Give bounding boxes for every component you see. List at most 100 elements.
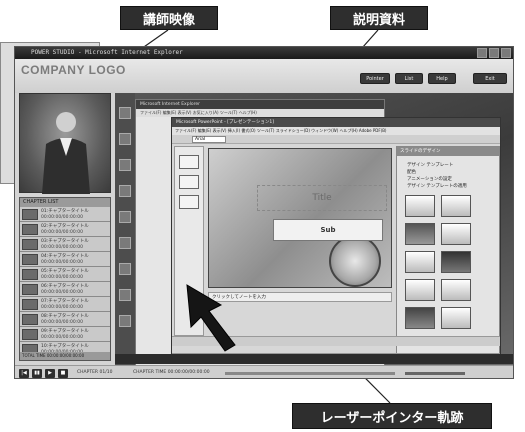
desktop-icon-strip <box>115 93 135 365</box>
chapter-list: CHAPTER LIST 01:チャプタータイトル 00:00:00/00:00:… <box>19 197 111 361</box>
slide-thumbnail[interactable] <box>179 155 199 169</box>
desktop-icon[interactable] <box>119 211 131 223</box>
pointer-button[interactable]: Pointer <box>360 73 390 84</box>
play-button[interactable]: ▶ <box>45 369 55 378</box>
total-time: TOTAL TIME 00:00:00/00:00:00 <box>20 352 110 360</box>
chapter-time: 00:00:00/00:00:00 <box>41 305 83 310</box>
chapter-item[interactable]: 06:チャプタータイトル 00:00:00/00:00:00 <box>20 282 110 297</box>
chapter-title: 08:チャプタータイトル <box>41 314 89 319</box>
powerpoint-toolbar: Arial <box>172 135 500 144</box>
chapter-item[interactable]: 09:チャプタータイトル 00:00:00/00:00:00 <box>20 327 110 342</box>
chapter-title: 02:チャプタータイトル <box>41 224 89 229</box>
chapter-thumbnail <box>22 209 38 220</box>
chapter-thumbnail <box>22 269 38 280</box>
window-titlebar: POWER STUDIO - Microsoft Internet Explor… <box>15 47 513 59</box>
design-template-thumb[interactable] <box>441 223 471 245</box>
desktop-icon[interactable] <box>119 159 131 171</box>
desktop-icon[interactable] <box>119 107 131 119</box>
chapter-time: 00:00:00/00:00:00 <box>41 215 83 220</box>
chapter-item[interactable]: 07:チャプタータイトル 00:00:00/00:00:00 <box>20 297 110 312</box>
design-template-link[interactable]: デザイン テンプレート <box>397 162 499 169</box>
slide-thumbnail[interactable] <box>179 195 199 209</box>
chapter-title: 07:チャプタータイトル <box>41 299 89 304</box>
chapter-item[interactable]: 01:チャプタータイトル 00:00:00/00:00:00 <box>20 207 110 222</box>
chapter-title: 03:チャプタータイトル <box>41 239 89 244</box>
desktop-icon[interactable] <box>119 289 131 301</box>
chapter-time: 00:00:00/00:00:00 <box>41 320 83 325</box>
desktop-icon[interactable] <box>119 263 131 275</box>
design-template-thumb[interactable] <box>405 307 435 329</box>
powerpoint-menubar[interactable]: ファイル(F) 編集(E) 表示(V) 挿入(I) 書式(O) ツール(T) ス… <box>172 127 500 135</box>
desktop-icon[interactable] <box>119 185 131 197</box>
chapter-thumbnail <box>22 284 38 295</box>
chapter-thumbnail <box>22 329 38 340</box>
chapter-item[interactable]: 04:チャプタータイトル 00:00:00/00:00:00 <box>20 252 110 267</box>
chapter-item[interactable]: 08:チャプタータイトル 00:00:00/00:00:00 <box>20 312 110 327</box>
desktop-icon[interactable] <box>119 315 131 327</box>
chapter-title: 10:チャプタータイトル <box>41 344 89 349</box>
ie-titlebar: Microsoft Internet Explorer <box>136 100 384 109</box>
design-template-thumb[interactable] <box>441 195 471 217</box>
chapter-time: 00:00:00/00:00:00 <box>41 245 83 250</box>
laser-pointer-arrow-icon <box>186 284 236 352</box>
slide-material-area: Microsoft Internet Explorer ファイル(F) 編集(E… <box>115 93 513 365</box>
volume-slider[interactable] <box>405 372 465 375</box>
chapter-title: 04:チャプタータイトル <box>41 254 89 259</box>
chapter-thumbnail <box>22 314 38 325</box>
design-template-thumb[interactable] <box>441 307 471 329</box>
chapter-time: 00:00:00/00:00:00 <box>41 275 83 280</box>
stop-button[interactable]: ■ <box>58 369 68 378</box>
maximize-button[interactable] <box>489 48 499 58</box>
slide-subtitle[interactable]: Sub <box>273 219 383 241</box>
chapter-title: 05:チャプタータイトル <box>41 269 89 274</box>
minimize-button[interactable] <box>477 48 487 58</box>
design-template-thumb[interactable] <box>441 251 471 273</box>
chapter-time: 00:00:00/00:00:00 <box>41 260 83 265</box>
chapter-time: 00:00:00/00:00:00 <box>41 230 83 235</box>
chapter-item[interactable]: 02:チャプタータイトル 00:00:00/00:00:00 <box>20 222 110 237</box>
ie-menubar[interactable]: ファイル(F) 編集(E) 表示(V) お気に入り(A) ツール(T) ヘルプ(… <box>136 109 384 117</box>
font-select[interactable]: Arial <box>192 136 226 143</box>
playback-controls: |◀ ▮▮ ▶ ■ CHAPTER 01/10 CHAPTER TIME 00:… <box>15 365 513 378</box>
desktop-icon[interactable] <box>119 133 131 145</box>
chapter-thumbnail <box>22 224 38 235</box>
app-window: POWER STUDIO - Microsoft Internet Explor… <box>14 46 514 379</box>
design-template-thumb[interactable] <box>405 279 435 301</box>
seek-bar[interactable] <box>225 372 395 375</box>
design-template-thumb[interactable] <box>405 223 435 245</box>
list-button[interactable]: List <box>395 73 423 84</box>
chapter-title: 01:チャプタータイトル <box>41 209 89 214</box>
chapter-list-header: CHAPTER LIST <box>20 198 110 207</box>
window-title: POWER STUDIO - Microsoft Internet Explor… <box>31 49 183 56</box>
design-pane-title: スライドのデザイン <box>397 147 499 156</box>
pause-button[interactable]: ▮▮ <box>32 369 42 378</box>
slide-title[interactable]: Title <box>257 185 387 211</box>
design-template-thumb[interactable] <box>405 195 435 217</box>
exit-button[interactable]: Exit <box>473 73 507 84</box>
chapter-thumbnail <box>22 299 38 310</box>
chapter-thumbnail <box>22 254 38 265</box>
lecturer-video[interactable] <box>19 93 111 194</box>
company-logo: COMPANY LOGO <box>21 63 126 77</box>
design-template-thumb[interactable] <box>405 251 435 273</box>
desktop-icon[interactable] <box>119 237 131 249</box>
animation-link[interactable]: アニメーションの設定 <box>397 176 499 183</box>
chapter-item[interactable]: 05:チャプタータイトル 00:00:00/00:00:00 <box>20 267 110 282</box>
slide-thumbnail[interactable] <box>179 175 199 189</box>
slide-canvas[interactable]: Title Sub <box>208 148 392 288</box>
slide-design-pane: スライドのデザイン デザイン テンプレート 配色 アニメーションの設定 デザイン… <box>396 146 500 354</box>
color-scheme-link[interactable]: 配色 <box>397 169 499 176</box>
help-button[interactable]: Help <box>428 73 456 84</box>
chapter-time: 00:00:00/00:00:00 <box>41 290 83 295</box>
chapter-counter: CHAPTER 01/10 <box>77 370 113 375</box>
lecturer-figure-icon <box>42 112 90 194</box>
chapter-title: 06:チャプタータイトル <box>41 284 89 289</box>
close-button[interactable] <box>501 48 511 58</box>
apply-template-link[interactable]: デザイン テンプレートの適用 <box>397 183 499 190</box>
clock-image <box>329 235 381 287</box>
chapter-item[interactable]: 03:チャプタータイトル 00:00:00/00:00:00 <box>20 237 110 252</box>
design-template-thumb[interactable] <box>441 279 471 301</box>
rewind-button[interactable]: |◀ <box>19 369 29 378</box>
chapter-title: 09:チャプタータイトル <box>41 329 89 334</box>
chapter-thumbnail <box>22 239 38 250</box>
